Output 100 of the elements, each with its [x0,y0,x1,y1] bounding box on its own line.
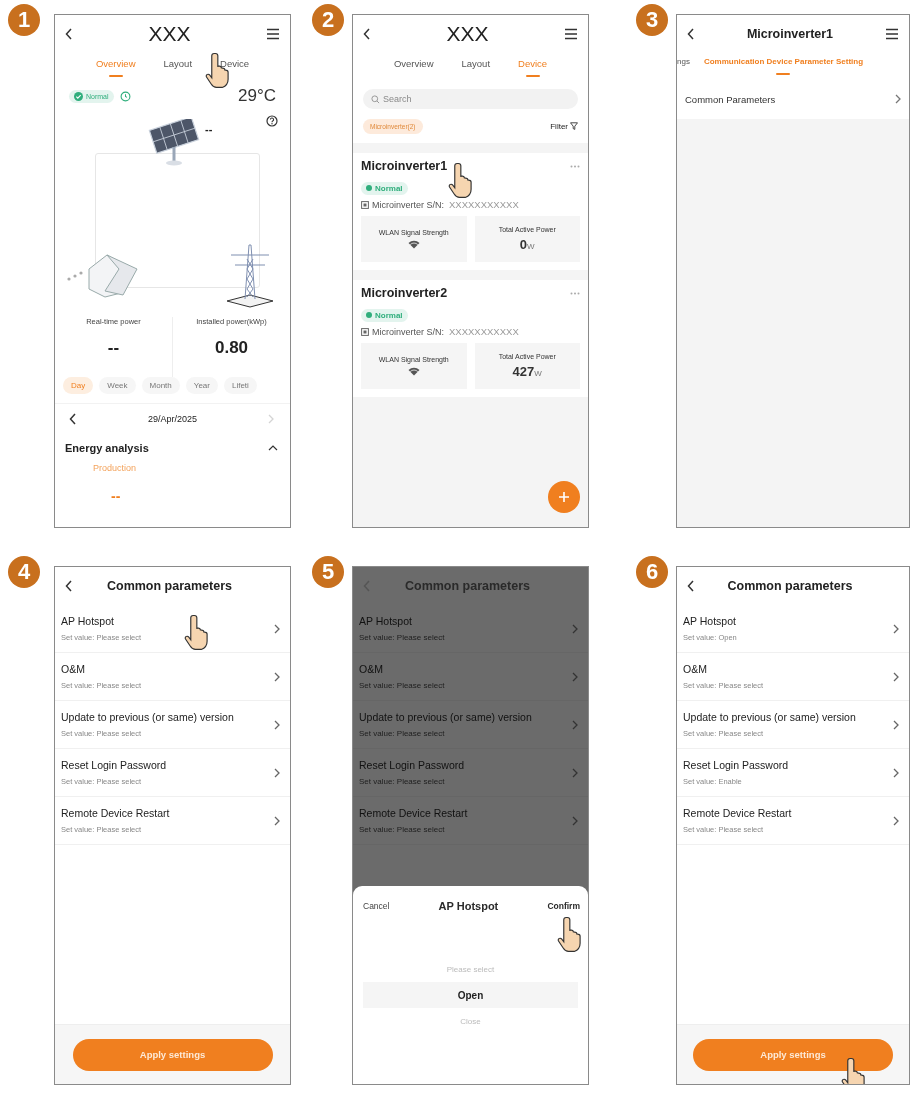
screen-title: Microinverter1 [745,27,835,41]
help-icon[interactable] [266,115,278,127]
parameter-name: Reset Login Password [359,759,465,771]
step-number-badge: 6 [636,556,668,588]
cancel-button[interactable]: Cancel [363,901,390,911]
picker-option[interactable]: Open [363,982,578,1008]
status-badge: Normal [361,181,408,195]
serial-number: XXXXXXXXXXX [449,326,519,337]
wifi-icon [407,367,420,376]
stat-value: -- [107,338,120,358]
parameter-value: Set value: Please select [359,681,445,690]
check-icon [74,91,83,101]
pv-power-reading: -- [205,123,213,135]
serial-label: Microinverter S/N: [372,326,444,337]
parameter-name: Update to previous (or same) version [61,711,234,723]
screen-title: XXX [147,22,192,46]
power-value: 0 [519,237,528,252]
back-icon[interactable] [65,28,73,40]
serial-number: XXXXXXXXXXX [449,199,519,210]
chevron-right-icon [893,671,899,682]
chevron-right-icon [895,94,901,104]
temperature-reading: 29°C [238,86,276,106]
legend-label: Production [93,463,137,473]
device-name: Microinverter2 [361,286,448,300]
status-badge: Normal [361,308,408,322]
period-chip[interactable]: Week [99,377,136,394]
tab[interactable]: ngs [677,55,690,75]
tab[interactable]: Layout [461,57,491,77]
parameter-name: AP Hotspot [683,615,737,627]
previous-day-icon[interactable] [69,412,77,425]
period-chip[interactable]: Lifeti [223,377,257,394]
date-label: 29/Apr/2025 [147,413,197,424]
chevron-right-icon [274,719,280,730]
tab[interactable]: Layout [163,57,193,77]
menu-icon[interactable] [564,28,578,40]
menu-icon[interactable] [266,28,280,40]
serial-label: Microinverter S/N: [372,199,444,210]
parameter-row[interactable]: Reset Login Password Set value: Please select [353,749,588,797]
parameter-name: AP Hotspot [61,615,115,627]
parameter-row[interactable]: Update to previous (or same) version Set value: Please select [353,701,588,749]
parameter-name: Reset Login Password [683,759,789,771]
step-number-badge: 2 [312,4,344,36]
filter-button[interactable]: Filter [550,121,578,131]
parameter-name: O&M [61,663,86,675]
clock-icon[interactable] [119,90,131,102]
parameter-value: Set value: Please select [359,825,446,834]
power-unit: W [534,369,542,378]
back-icon[interactable] [687,28,695,40]
screen-title: Common parameters [726,579,854,593]
parameter-row[interactable]: AP Hotspot Set value: Please select [353,605,588,653]
chevron-right-icon [893,815,899,826]
chevron-right-icon [572,671,578,682]
parameter-name: Update to previous (or same) version [359,711,532,723]
screen-title: XXX [445,22,490,46]
search-field[interactable]: Search [363,89,578,109]
device-icon [361,327,369,336]
chevron-right-icon [274,767,280,778]
chevron-right-icon [893,719,899,730]
period-chip[interactable]: Month [141,377,180,394]
chevron-right-icon [572,719,578,730]
parameter-name: Reset Login Password [61,759,167,771]
chevron-right-icon [893,767,899,778]
parameter-value: Set value: Please select [359,777,446,786]
step-number-badge: 4 [8,556,40,588]
parameter-name: Remote Device Restart [359,807,468,819]
back-icon[interactable] [65,580,73,592]
production-value: -- [111,491,121,501]
parameter-row[interactable]: O&M Set value: Please select [353,653,588,701]
screen-title: Common parameters [105,579,233,593]
step-number-badge: 5 [312,556,344,588]
power-value: 427 [512,364,535,379]
device-icon [361,200,369,209]
back-icon[interactable] [687,580,695,592]
screen-title: Common parameters [403,579,531,593]
parameter-name: Remote Device Restart [683,807,792,819]
settings-list-item[interactable]: Common Parameters [677,79,909,119]
step-number-badge: 1 [8,4,40,36]
period-chip[interactable]: Year [185,377,218,394]
parameter-value: Set value: Please select [359,729,446,738]
menu-icon[interactable] [885,28,899,40]
caret-icon[interactable] [268,445,278,451]
chevron-right-icon [274,815,280,826]
chevron-right-icon [274,623,280,634]
chevron-right-icon [893,623,899,634]
device-name: Microinverter1 [361,159,448,173]
parameter-name: AP Hotspot [359,615,413,627]
chevron-right-icon [572,815,578,826]
parameter-name: O&M [683,663,708,675]
parameter-name: O&M [359,663,384,675]
search-icon [371,94,380,104]
parameter-name: Remote Device Restart [61,807,170,819]
parameter-value: Set value: Please select [359,633,445,642]
sheet-title: AP Hotspot [438,900,499,912]
parameter-row[interactable]: Remote Device Restart Set value: Please select [353,797,588,845]
tab[interactable]: Overview [393,57,434,77]
confirm-button[interactable]: Confirm [547,901,580,911]
chevron-right-icon [572,623,578,634]
stat-value: 0.80 [214,338,249,358]
back-icon[interactable] [363,28,371,40]
section-title: Energy analysis [65,442,149,454]
